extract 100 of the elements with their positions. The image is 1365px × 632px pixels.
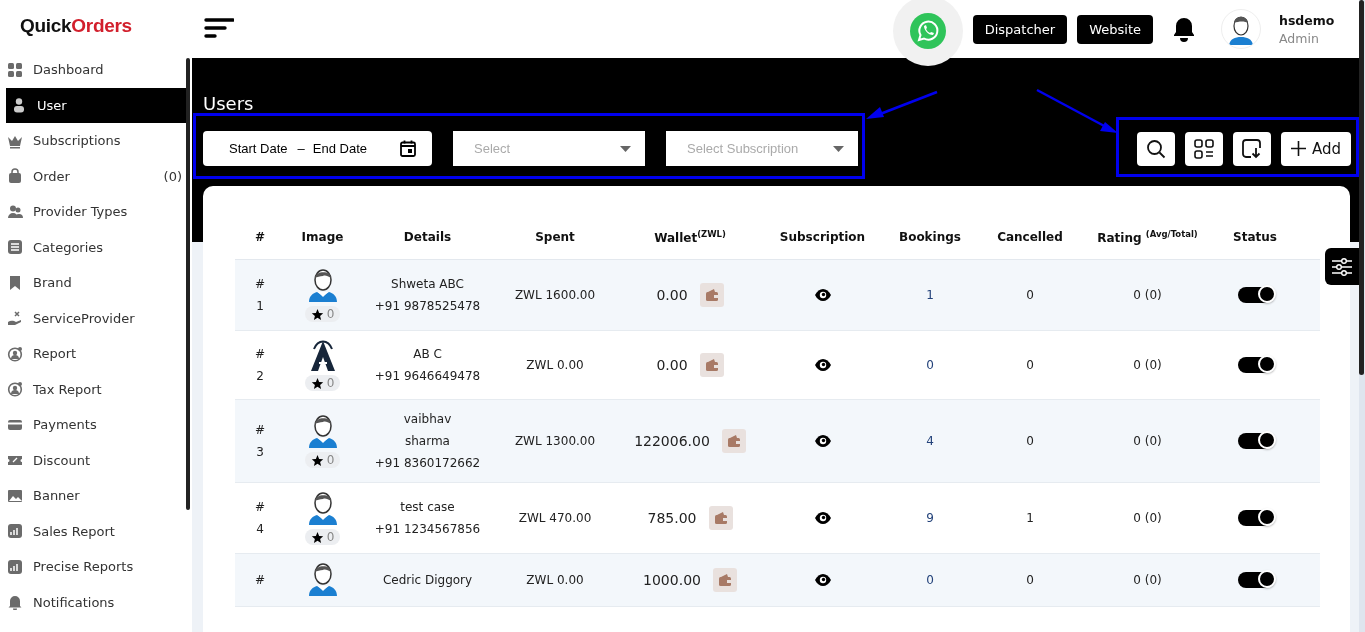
wallet-button[interactable] xyxy=(721,429,746,453)
bookmark-icon xyxy=(7,274,23,291)
page-title: Users xyxy=(203,93,254,114)
nav-button[interactable]: Website xyxy=(1077,14,1153,44)
eye-icon[interactable] xyxy=(814,574,831,586)
scrollbar[interactable] xyxy=(186,58,190,510)
phone-cell-text: +91 8360172662 xyxy=(374,455,481,472)
caret-icon xyxy=(833,145,844,152)
row-number: # xyxy=(254,572,266,589)
grid-view-button[interactable] xyxy=(1184,131,1223,166)
column-header: Details xyxy=(402,230,453,244)
download-button[interactable] xyxy=(1232,131,1271,166)
sidebar-item[interactable]: Tax Report xyxy=(0,371,186,407)
person-avatar-icon xyxy=(306,268,339,304)
user-name-cell-text: test case xyxy=(400,499,455,516)
grid-icon xyxy=(7,61,23,78)
wallet-button[interactable] xyxy=(712,568,737,592)
download-icon xyxy=(1241,138,1262,159)
bookings-cell: 4 xyxy=(926,434,934,448)
person-avatar-icon xyxy=(306,414,339,450)
star-icon xyxy=(310,307,324,321)
person-avatar-icon xyxy=(306,562,339,598)
rating-cell: 0 (0) xyxy=(1133,573,1162,587)
image-icon xyxy=(7,487,23,504)
status-toggle[interactable] xyxy=(1238,357,1272,373)
sidebar-item[interactable]: User xyxy=(6,87,186,123)
user-name-cell-text: vaibhav sharma xyxy=(403,411,452,450)
rating-badge: 0 xyxy=(304,306,341,322)
person-icon xyxy=(11,97,27,114)
phone-cell-text: +91 9646649478 xyxy=(374,368,481,385)
sidebar-item[interactable]: Notifications xyxy=(0,584,186,620)
sidebar-item[interactable]: Provider Types xyxy=(0,194,186,230)
rating-badge: 0 xyxy=(304,529,341,545)
logo-text: Quick xyxy=(20,15,72,37)
sidebar-item[interactable]: Discount xyxy=(0,442,186,478)
row-number: # 2 xyxy=(254,346,266,385)
letter-a-logo-icon xyxy=(309,339,336,373)
add-button[interactable]: Add xyxy=(1280,131,1351,166)
spent-cell: ZWL 470.00 xyxy=(518,511,592,525)
sidebar-item[interactable]: Sales Report xyxy=(0,513,186,549)
bell-icon[interactable] xyxy=(1171,15,1197,43)
menu-icon[interactable] xyxy=(204,17,234,41)
user-name: hsdemo xyxy=(1279,12,1336,28)
cancelled-cell: 1 xyxy=(1026,511,1034,525)
eye-icon[interactable] xyxy=(814,435,831,447)
column-header: Subscription xyxy=(778,230,867,244)
cancelled-cell: 0 xyxy=(1026,573,1034,587)
spent-cell: ZWL 0.00 xyxy=(526,358,584,372)
bookings-cell: 1 xyxy=(926,288,934,302)
user-name-cell-text: Cedric Diggory xyxy=(382,572,473,589)
eye-icon[interactable] xyxy=(814,359,831,371)
date-range-field[interactable]: Start Date – End Date xyxy=(203,131,432,166)
sidebar-item[interactable]: Precise Reports xyxy=(0,549,186,585)
rating-cell: 0 (0) xyxy=(1133,358,1162,372)
wallet-cell: 122006.00 xyxy=(634,433,710,449)
avatar-icon[interactable] xyxy=(1221,9,1261,49)
grid-list-icon xyxy=(1193,138,1214,159)
spent-cell: ZWL 1300.00 xyxy=(514,434,596,448)
sidebar-item[interactable]: ServiceProvider xyxy=(0,300,186,336)
eye-icon[interactable] xyxy=(814,512,831,524)
column-header: Bookings xyxy=(898,230,962,244)
person-avatar-icon xyxy=(306,491,339,527)
list-icon xyxy=(7,239,23,256)
status-toggle[interactable] xyxy=(1238,510,1272,526)
sidebar-item[interactable]: Subscriptions xyxy=(0,123,186,159)
cancelled-cell: 0 xyxy=(1026,358,1034,372)
plus-icon xyxy=(1290,141,1306,156)
user-name-cell-text: Shweta ABC xyxy=(391,276,464,293)
row-number: # 1 xyxy=(254,276,266,315)
column-header: Status xyxy=(1232,230,1278,244)
chart-icon xyxy=(7,523,23,540)
sidebar-item[interactable]: Payments xyxy=(0,407,186,443)
sidebar-item[interactable]: Report xyxy=(0,336,186,372)
filter-settings-button[interactable] xyxy=(1325,248,1359,285)
sidebar-item[interactable]: Order (0) xyxy=(0,158,186,194)
column-header: Cancelled xyxy=(996,230,1064,244)
sliders-icon xyxy=(1331,256,1353,277)
wallet-button[interactable] xyxy=(699,353,724,377)
scrollbar[interactable] xyxy=(1359,0,1364,375)
wallet-button[interactable] xyxy=(699,283,724,307)
spent-cell: ZWL 1600.00 xyxy=(514,288,596,302)
search-button[interactable] xyxy=(1136,131,1175,166)
caret-icon xyxy=(620,145,631,152)
wallet-button[interactable] xyxy=(708,506,733,530)
nav-button[interactable]: Dispatcher xyxy=(972,14,1068,44)
bookings-cell: 0 xyxy=(926,573,934,587)
person-circle-icon xyxy=(7,345,23,362)
column-header: Wallet$^{(ZWL)}$ xyxy=(653,229,727,245)
wallet-icon xyxy=(704,288,719,302)
sidebar-item[interactable]: Dashboard xyxy=(0,52,186,88)
logo-text: Orders xyxy=(71,15,132,37)
wallet-icon xyxy=(726,434,741,448)
cancelled-cell: 0 xyxy=(1026,434,1034,448)
sidebar-item[interactable]: Categories xyxy=(0,229,186,265)
order-count: (0) xyxy=(163,168,182,184)
eye-icon[interactable] xyxy=(814,289,831,301)
search-icon xyxy=(1145,138,1166,159)
sidebar-item[interactable]: Brand xyxy=(0,265,186,301)
sidebar-item[interactable]: Banner xyxy=(0,478,186,514)
bell-icon xyxy=(7,594,23,611)
